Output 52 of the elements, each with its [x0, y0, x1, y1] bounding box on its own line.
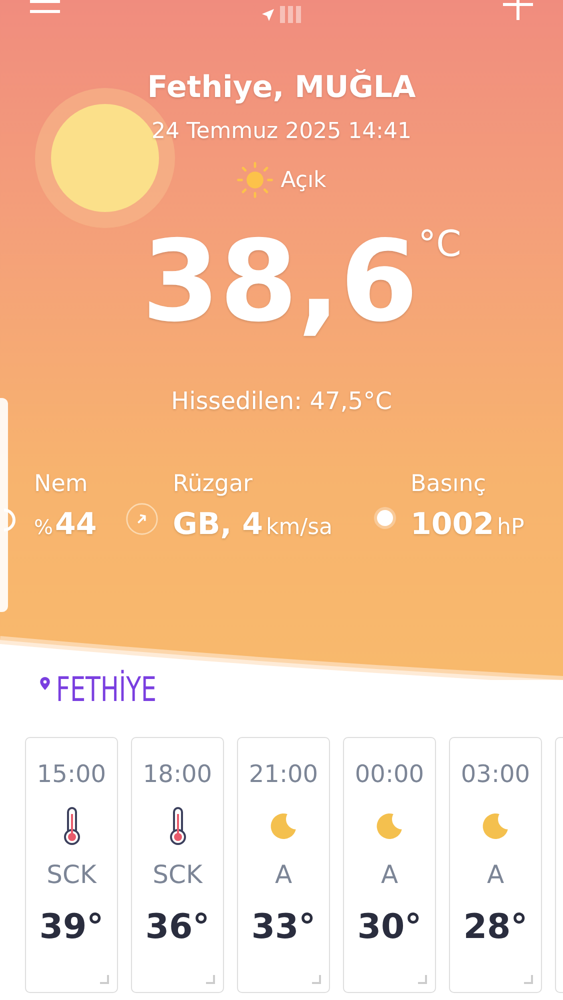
hour-temperature: 30° [357, 907, 422, 947]
stat-value: 1002 [410, 506, 494, 542]
forecast-card[interactable]: 03:00 A 28° [449, 737, 542, 993]
resize-corner-icon [99, 974, 109, 984]
hour-time: 00:00 [354, 760, 424, 788]
page-indicator[interactable] [288, 6, 293, 23]
add-icon[interactable] [503, 0, 533, 20]
dot-icon [372, 506, 397, 530]
location-name: FETHİYE [56, 670, 156, 710]
forecast-card[interactable]: 18:00 SCK 36° [131, 737, 224, 993]
date-time: 24 Temmuz 2025 14:41 [152, 119, 412, 144]
stat-unit: hP [497, 514, 524, 540]
location-arrow-icon[interactable] [262, 8, 274, 20]
condition-code: A [274, 860, 292, 889]
page-indicator[interactable] [280, 6, 285, 23]
stat-prefix: % [34, 514, 54, 539]
resize-corner-icon [205, 974, 215, 984]
stat-unit: km/sa [266, 514, 333, 540]
hour-time: 03:00 [460, 760, 530, 788]
city-title: Fethiye, MUĞLA [147, 70, 416, 105]
sun-icon [236, 162, 273, 198]
forecast-card[interactable]: 21:00 A 33° [237, 737, 330, 993]
hour-temperature: 28° [463, 907, 528, 947]
location-pin-icon [40, 676, 50, 690]
stat-label: Basınç [410, 470, 487, 497]
condition-code: SCK [46, 860, 96, 889]
menu-icon[interactable] [30, 0, 60, 14]
ring-icon [4, 508, 16, 532]
temperature-value: 38,6 [142, 218, 418, 347]
hour-temperature: 39° [39, 907, 104, 947]
stat-label: Rüzgar [172, 470, 254, 497]
hour-time: 18:00 [142, 760, 212, 788]
resize-corner-icon [417, 974, 427, 984]
forecast-card[interactable]: 15:00 SCK 39° [25, 737, 118, 993]
condition-code: SCK [152, 860, 202, 889]
condition-text: Açık [280, 168, 326, 192]
hour-time: 21:00 [248, 760, 318, 788]
stat-value: 44 [55, 506, 97, 542]
wind-direction-icon [124, 502, 159, 536]
condition-code: A [486, 860, 504, 889]
resize-corner-icon [311, 974, 321, 984]
condition-code: A [380, 860, 398, 889]
resize-corner-icon [523, 974, 533, 984]
page-indicator[interactable] [296, 6, 301, 23]
stat-label: Nem [34, 470, 89, 497]
feels-like-text: Hissedilen: 47,5°C [171, 386, 392, 415]
hour-temperature: 36° [145, 907, 210, 947]
hour-time: 15:00 [36, 760, 106, 788]
hour-temperature: 33° [251, 907, 316, 947]
forecast-card[interactable]: 00:00 A 30° [343, 737, 436, 993]
stat-value: GB, 4 [172, 506, 263, 542]
temperature-unit: °C [418, 224, 462, 265]
